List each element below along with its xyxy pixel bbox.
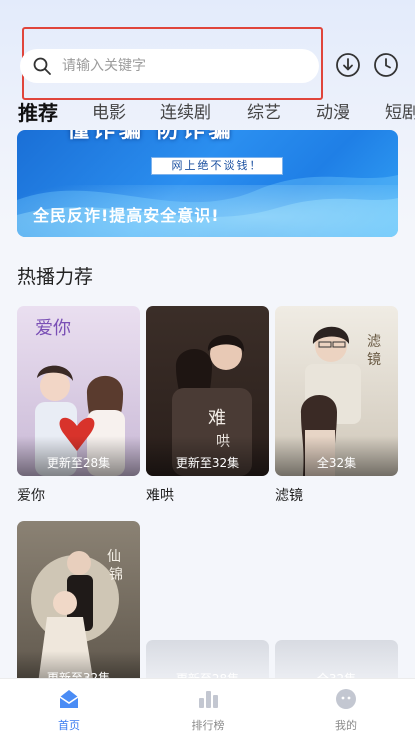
svg-text:仙: 仙 — [107, 549, 121, 565]
svg-text:锦: 锦 — [109, 566, 123, 583]
nav-profile[interactable]: 我的 — [296, 679, 396, 737]
banner-tag: 网上绝不谈钱！ — [151, 157, 283, 175]
svg-text:爱你: 爱你 — [35, 318, 71, 339]
section-title: 热播力荐 — [17, 266, 94, 288]
svg-text:滤: 滤 — [367, 334, 381, 350]
poster-image: 难 哄 更新至32集 — [146, 306, 269, 476]
poster-image: 滤 镜 全32集 — [275, 306, 398, 476]
promo-banner[interactable]: 懂诈骗 防诈骗 网上绝不谈钱！ 全民反诈!提高安全意识! — [17, 130, 398, 237]
ranking-icon — [199, 691, 218, 708]
drama-card[interactable]: 爱你 更新至28集 爱你 — [17, 306, 140, 505]
nav-ranking[interactable]: 排行榜 — [158, 679, 258, 737]
card-title: 难哄 — [146, 488, 174, 504]
drama-card[interactable]: 全32集 — [275, 640, 398, 686]
tab-short-drama[interactable]: 短剧 — [385, 98, 415, 128]
tab-movie[interactable]: 电影 — [92, 98, 126, 128]
card-title: 爱你 — [17, 488, 45, 504]
tab-variety[interactable]: 综艺 — [247, 98, 281, 128]
svg-text:难: 难 — [208, 408, 226, 429]
poster-image: 仙 锦 更新至32集 — [17, 521, 140, 691]
svg-text:镜: 镜 — [367, 352, 381, 368]
search-bar[interactable] — [20, 49, 319, 83]
drama-card[interactable]: 仙 锦 更新至32集 — [17, 521, 140, 691]
profile-icon — [336, 689, 356, 709]
history-icon[interactable] — [373, 52, 399, 78]
nav-label: 我的 — [335, 719, 357, 732]
home-icon — [59, 690, 79, 708]
drama-card[interactable]: 难 哄 更新至32集 难哄 — [146, 306, 269, 505]
nav-label: 排行榜 — [191, 719, 225, 732]
episode-badge: 更新至32集 — [175, 456, 240, 470]
faded-card-row: 更新至28集 全32集 — [146, 640, 399, 686]
banner-subtitle: 全民反诈!提高安全意识! — [33, 206, 220, 225]
banner-title: 懂诈骗 防诈骗 — [67, 130, 235, 143]
tab-recommend[interactable]: 推荐 — [18, 98, 58, 128]
nav-label: 首页 — [58, 719, 80, 732]
drama-card[interactable]: 更新至28集 — [146, 640, 269, 686]
drama-card[interactable]: 滤 镜 全32集 滤镜 — [275, 306, 398, 505]
card-title: 滤镜 — [275, 488, 303, 504]
search-input[interactable] — [62, 49, 302, 83]
nav-home[interactable]: 首页 — [19, 679, 119, 737]
episode-badge: 更新至28集 — [46, 456, 111, 470]
tab-series[interactable]: 连续剧 — [160, 98, 211, 128]
episode-badge: 全32集 — [316, 456, 357, 470]
download-icon[interactable] — [335, 52, 361, 78]
search-icon — [33, 57, 51, 75]
bottom-nav: 首页 排行榜 我的 — [0, 678, 415, 737]
category-tabs: 推荐 电影 连续剧 综艺 动漫 短剧 — [0, 98, 415, 130]
poster-image: 爱你 更新至28集 — [17, 306, 140, 476]
tab-anime[interactable]: 动漫 — [316, 98, 350, 128]
